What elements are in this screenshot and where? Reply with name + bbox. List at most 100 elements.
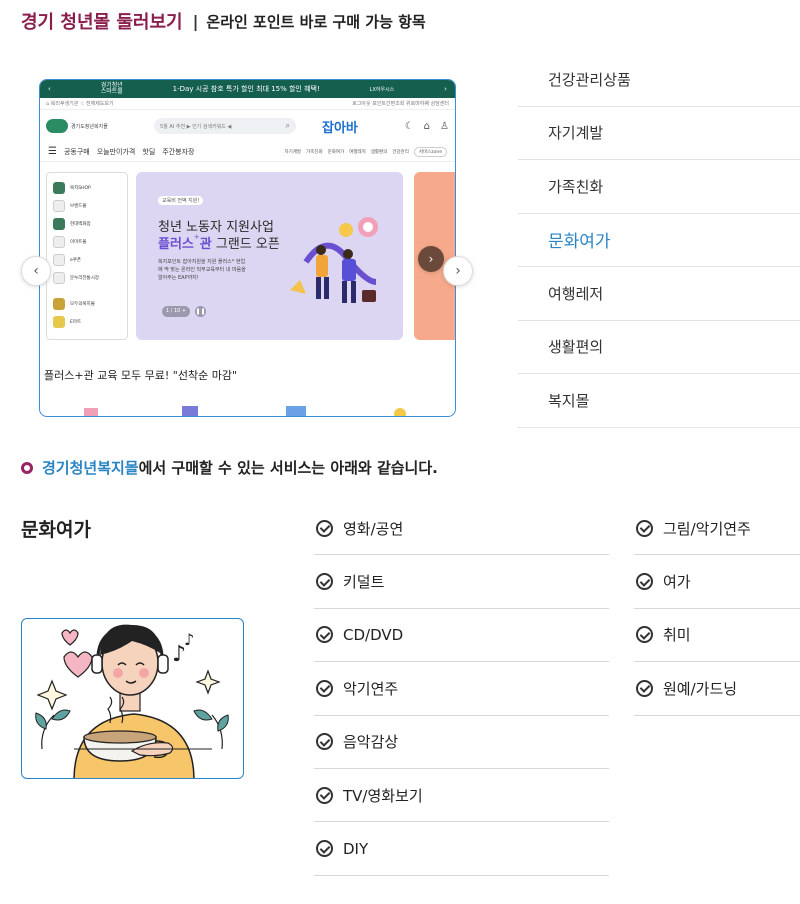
banner-description: 복지포인트 잡아지원을 지원 플러스* 현업에 딱 맞는 온라인 직무교육부터 … (158, 259, 246, 281)
mall-category-label: 브랜드몰 (70, 204, 87, 209)
mall-logo-mark (46, 119, 68, 133)
category-icon (53, 218, 65, 230)
check-circle-icon (636, 519, 653, 537)
mall-category-item: 복지SHOP (53, 179, 121, 197)
service-list-col2: 그림/악기연주 여가 취미 원예/가드닝 (634, 502, 800, 716)
list-item: DIY (314, 822, 609, 876)
page-subtitle: 온라인 포인트 바로 구매 가능 항목 (206, 12, 426, 31)
mall-caption: 플러스+관 교육 모두 무료! "선착순 마감" (44, 369, 238, 382)
banner-tag: 교육비 전액 지원! (158, 196, 204, 205)
person-listening-music-illustration: ♪ ♪ (35, 624, 229, 778)
mall-category-label: E마트 (70, 320, 82, 325)
service-list-col1: 영화/공연 키덜트 CD/DVD 악기연주 음악감상 TV/영화보기 DIY (314, 502, 609, 876)
category-icon (53, 272, 65, 284)
mall-category-label: 현대백화점 (70, 222, 91, 227)
category-menu-item-self-development[interactable]: 자기계발 (518, 107, 800, 160)
check-circle-icon (636, 573, 653, 591)
mall-category-item: 브랜드몰 (53, 197, 121, 215)
intro-highlight: 경기청년복지몰 (42, 459, 139, 477)
category-menu: 건강관리상품 자기계발 가족친화 문화여가 여행레저 생활편의 복지몰 (518, 53, 800, 428)
check-circle-icon (316, 786, 333, 804)
service-label: 악기연주 (343, 679, 399, 698)
mall-topbar-partner: LX하우시스 (369, 86, 395, 93)
mall-banner: 교육비 전액 지원! 청년 노동자 지원사업 플러스+관 그랜드 오픈 복지포인… (136, 172, 403, 340)
banner-hall-label: 관 (199, 237, 212, 252)
mall-nav-zone: 서비스zone (413, 146, 447, 157)
list-item: 여가 (634, 555, 800, 609)
service-label: 여가 (663, 573, 691, 592)
mall-category-item: 문누리전통시장 (53, 269, 121, 287)
service-label: 원예/가드닝 (663, 679, 738, 698)
title-separator: | (192, 11, 199, 31)
mall-nav-right-item: 건강관리 (392, 149, 409, 155)
intro-line: 경기청년복지몰 에서 구매할 수 있는 서비스는 아래와 같습니다. (21, 457, 438, 478)
mall-brand: 잡아바 (322, 120, 358, 136)
mall-nav-right-item: 문화여가 (327, 149, 345, 155)
mall-header-icons: ☾ ⌂ ♙ (405, 121, 449, 132)
list-item: 원예/가드닝 (634, 662, 800, 716)
mall-topbar-logo: 경기청년 스마트몰 (100, 82, 123, 95)
mall-screenshot: ‹ 경기청년 스마트몰 1-Day 시공 참호 특가 할인 최대 15% 할인 … (39, 79, 456, 417)
check-circle-icon (316, 573, 333, 591)
mall-category-item: E마트 (53, 313, 121, 331)
mall-linkbar-right: 로그아웃 포인트간편조회 위로마하퀘 상담센터 (352, 101, 449, 107)
mall-category-item: 모두의복지몰 (53, 295, 121, 313)
category-menu-item-travel[interactable]: 여행레저 (518, 267, 800, 321)
check-circle-icon (316, 679, 333, 697)
mall-category-label: e쿠폰 (70, 258, 82, 263)
banner-next-button[interactable]: › (418, 246, 444, 272)
mall-bottom-icons (84, 406, 406, 416)
category-menu-item-living[interactable]: 생활편의 (518, 321, 800, 374)
banner-subheadline: 플러스+관 그랜드 오픈 (158, 233, 280, 252)
category-icon (53, 200, 65, 212)
category-menu-item-health[interactable]: 건강관리상품 (518, 53, 800, 107)
mall-nav-item: 핫딜 (142, 147, 156, 156)
mall-search-placeholder: 5월 AI 추천 ▶ 인기 검색키워드 ◀ (160, 123, 232, 130)
service-label: 음악감상 (343, 733, 399, 752)
check-circle-icon (316, 519, 333, 537)
mall-nav-right-item: 생활편의 (370, 149, 388, 155)
chevron-left-icon: ‹ (48, 85, 51, 93)
check-circle-icon (316, 840, 333, 858)
mall-nav-item: 공동구매 (63, 147, 90, 156)
mall-logo-text: 경기도청년복지몰 (71, 123, 108, 130)
carousel-next-button[interactable]: › (443, 256, 473, 286)
bullet-ring-icon (21, 461, 33, 474)
mall-search-row: 경기도청년복지몰 5월 AI 추천 ▶ 인기 검색키워드 ◀ ⌕ 잡아바 ☾ ⌂… (40, 110, 455, 142)
category-menu-item-culture[interactable]: 문화여가 (518, 214, 800, 267)
service-label: 취미 (663, 626, 691, 645)
mall-category-label: 모두의복지몰 (70, 302, 95, 307)
mall-search-input: 5월 AI 추천 ▶ 인기 검색키워드 ◀ ⌕ (154, 118, 296, 134)
list-item: 취미 (634, 609, 800, 663)
banner-pager: 1 / 10 + ❚❚ (162, 306, 206, 317)
list-item: 음악감상 (314, 716, 609, 769)
category-icon (53, 236, 65, 248)
mall-topbar: ‹ 경기청년 스마트몰 1-Day 시공 참호 특가 할인 최대 15% 할인 … (40, 80, 455, 98)
mall-site-logo: 경기도청년복지몰 (46, 118, 116, 134)
category-menu-item-welfare-mall[interactable]: 복지몰 (518, 374, 800, 428)
intro-text: 에서 구매할 수 있는 서비스는 아래와 같습니다. (138, 459, 438, 477)
check-circle-icon (636, 679, 653, 697)
mall-body: 복지SHOP 브랜드몰 현대백화점 이마트몰 e쿠폰 문누리전통시장 모두의복지… (40, 172, 455, 342)
mall-category-item: 이마트몰 (53, 233, 121, 251)
mall-nav-right-item: 가족친화 (306, 149, 323, 155)
list-item: TV/영화보기 (314, 769, 609, 823)
list-item: 그림/악기연주 (634, 502, 800, 556)
mall-nav: ☰ 공동구매 오늘만이가격 핫딜 주간봉자장 자기계발 가족친화 문화여가 여행… (40, 142, 455, 162)
mall-category-item: e쿠폰 (53, 251, 121, 269)
mall-linkbar-left: ⌂ 복리후생기관 ☆ 전체제도보기 (46, 101, 114, 107)
banner-open-label: 그랜드 오픈 (211, 237, 280, 252)
search-icon: ⌕ (285, 121, 290, 130)
page-title: 경기 청년몰 둘러보기 (21, 12, 183, 33)
chevron-right-icon: › (444, 85, 447, 93)
user-icon: ♙ (440, 120, 449, 132)
banner-plus-label: 플러스 (158, 237, 194, 252)
carousel-prev-button[interactable]: ‹ (21, 256, 51, 286)
chevron-right-icon: › (428, 252, 434, 266)
check-circle-icon (316, 733, 333, 751)
mall-nav-right-item: 여행레저 (349, 149, 366, 155)
category-menu-item-family[interactable]: 가족친화 (518, 160, 800, 214)
service-label: CD/DVD (343, 625, 404, 644)
check-circle-icon (316, 626, 333, 644)
category-icon (53, 298, 65, 310)
